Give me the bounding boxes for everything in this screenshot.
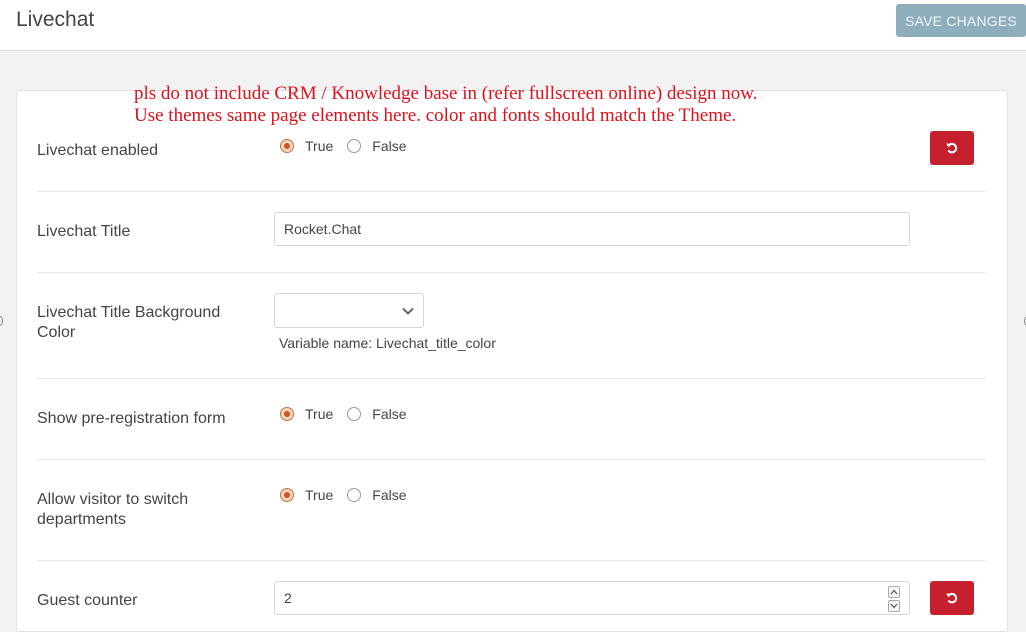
chevron-down-icon — [890, 603, 898, 609]
title-bg-color-label-line-2: Color — [37, 324, 76, 341]
save-changes-button[interactable]: SAVE CHANGES — [896, 4, 1026, 37]
allow-switch-departments-label: Allow visitor to switch departments — [37, 490, 257, 530]
row-divider — [37, 191, 986, 192]
spinner-up-button[interactable] — [888, 586, 900, 598]
radio-selected-icon — [280, 139, 294, 153]
show-preregistration-label: Show pre-registration form — [37, 410, 226, 427]
livechat-enabled-label: Livechat enabled — [37, 142, 158, 159]
row-divider — [37, 459, 986, 460]
radio-true-label: True — [305, 487, 334, 503]
radio-unselected-icon — [347, 407, 362, 421]
livechat-enabled-reset-button[interactable] — [930, 131, 974, 165]
settings-panel — [16, 90, 1008, 632]
guest-counter-reset-button[interactable] — [930, 581, 974, 615]
livechat-enabled-false-radio[interactable]: False — [347, 138, 407, 154]
show-preregistration-true-radio[interactable]: True — [280, 406, 333, 422]
allow-switch-departments-radio-group: True False — [280, 487, 421, 503]
radio-selected-icon — [280, 407, 294, 421]
number-spinner — [888, 586, 900, 612]
allow-switch-true-radio[interactable]: True — [280, 487, 333, 503]
title-bg-color-label: Livechat Title Background Color — [37, 303, 257, 343]
show-preregistration-radio-group: True False — [280, 406, 421, 422]
livechat-title-input[interactable]: Rocket.Chat — [274, 212, 910, 246]
radio-true-label: True — [305, 138, 334, 154]
undo-icon — [946, 142, 958, 154]
guest-counter-value: 2 — [284, 590, 292, 606]
row-divider — [37, 378, 986, 379]
row-divider — [37, 272, 986, 273]
guest-counter-label: Guest counter — [37, 592, 138, 609]
chevron-up-icon — [890, 589, 898, 595]
undo-icon — [946, 592, 958, 604]
variable-name-hint: Variable name: Livechat_title_color — [279, 335, 496, 351]
allow-switch-false-radio[interactable]: False — [347, 487, 407, 503]
row-divider — [37, 560, 986, 561]
radio-false-label: False — [372, 406, 407, 422]
radio-unselected-icon — [347, 488, 362, 502]
show-preregistration-false-radio[interactable]: False — [347, 406, 407, 422]
page-header: Livechat SAVE CHANGES — [0, 0, 1026, 51]
allow-switch-label-line-2: departments — [37, 511, 126, 528]
guest-counter-input[interactable]: 2 — [274, 581, 910, 615]
radio-unselected-icon — [347, 139, 362, 153]
radio-false-label: False — [372, 487, 407, 503]
radio-false-label: False — [372, 138, 407, 154]
radio-selected-icon — [280, 488, 294, 502]
livechat-enabled-true-radio[interactable]: True — [280, 138, 333, 154]
page-title: Livechat — [16, 8, 95, 31]
livechat-enabled-radio-group: True False — [280, 138, 421, 154]
annotation-line-1: pls do not include CRM / Knowledge base … — [134, 83, 758, 104]
spinner-down-button[interactable] — [888, 600, 900, 612]
left-edge-handle — [0, 316, 3, 326]
radio-true-label: True — [305, 406, 334, 422]
chevron-down-icon — [402, 307, 414, 315]
title-bg-color-select[interactable] — [274, 293, 424, 328]
allow-switch-label-line-1: Allow visitor to switch — [37, 491, 189, 508]
annotation-line-2: Use themes same page elements here. colo… — [134, 105, 737, 126]
title-bg-color-label-line-1: Livechat Title Background — [37, 304, 221, 321]
livechat-title-label: Livechat Title — [37, 223, 131, 240]
review-annotation: pls do not include CRM / Knowledge base … — [134, 83, 758, 127]
